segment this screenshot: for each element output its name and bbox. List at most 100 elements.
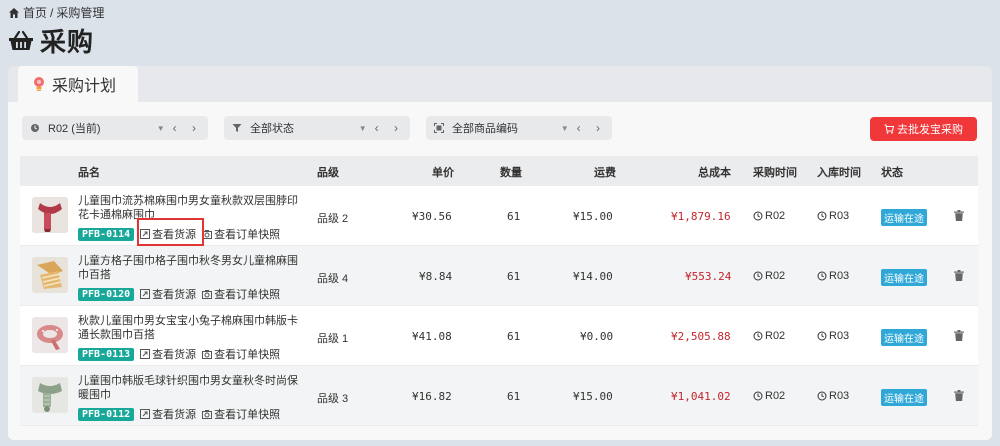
page-title: 采购 xyxy=(40,27,95,57)
trash-icon[interactable] xyxy=(954,390,964,401)
buy-time-cell: R02 xyxy=(753,390,785,402)
col-price: 单价 xyxy=(432,167,454,179)
product-image[interactable] xyxy=(32,317,68,353)
buy-time-value: R02 xyxy=(765,330,786,342)
product-image[interactable] xyxy=(32,197,68,233)
camera-icon xyxy=(202,290,213,299)
grade-cell: 品级 1 xyxy=(317,333,349,345)
col-qty: 数量 xyxy=(500,167,522,179)
freight-cell: ¥15.00 xyxy=(573,390,613,403)
table-row: 秋款儿童围巾男女宝宝小兔子棉麻围巾韩版卡通长款围巾百搭 PFB-0113 查看货… xyxy=(20,306,978,366)
external-link-icon xyxy=(140,289,151,299)
col-freight: 运费 xyxy=(594,167,616,179)
round-filter-value: R02 (当前) xyxy=(48,123,101,135)
external-link-icon xyxy=(140,409,151,419)
total-cell: ¥553.24 xyxy=(685,270,732,283)
home-icon[interactable] xyxy=(8,7,20,19)
view-source-link[interactable]: 查看货源 xyxy=(140,406,196,422)
clock-icon xyxy=(817,331,827,341)
col-buy-time: 采购时间 xyxy=(753,167,797,179)
stock-time-cell: R03 xyxy=(817,330,849,342)
freight-cell: ¥14.00 xyxy=(573,270,613,283)
product-name: 儿童方格子围巾格子围巾秋冬男女儿童棉麻围巾百搭 xyxy=(78,255,298,281)
round-filter[interactable]: R02 (当前) ▼ ‹ › xyxy=(22,116,208,140)
view-snapshot-label: 查看订单快照 xyxy=(214,289,281,301)
status-badge: 运输在途 xyxy=(881,329,927,346)
status-filter-nav[interactable]: ‹ › xyxy=(375,121,404,135)
clock-icon xyxy=(817,271,827,281)
basket-icon xyxy=(9,30,33,50)
qty-cell: 61 xyxy=(507,390,521,403)
view-snapshot-link[interactable]: 查看订单快照 xyxy=(202,406,280,422)
main-panel: 采购计划 R02 (当前) ▼ ‹ › 全部状态 ▼ ‹ › 全部商品编码 ▼ … xyxy=(8,66,992,440)
col-grade: 品级 xyxy=(317,167,339,179)
buy-time-value: R02 xyxy=(765,270,786,282)
round-filter-nav[interactable]: ‹ › xyxy=(173,121,202,135)
tab-content: R02 (当前) ▼ ‹ › 全部状态 ▼ ‹ › 全部商品编码 ▼ ‹ › 去… xyxy=(8,102,992,440)
stock-time-cell: R03 xyxy=(817,270,849,282)
trash-icon[interactable] xyxy=(954,210,964,221)
total-cell: ¥1,879.16 xyxy=(671,210,731,223)
trash-icon[interactable] xyxy=(954,330,964,341)
clock-icon xyxy=(817,391,827,401)
breadcrumb-current: 采购管理 xyxy=(56,6,105,20)
clock-icon xyxy=(753,391,763,401)
sku-filter-nav[interactable]: ‹ › xyxy=(577,121,606,135)
view-snapshot-link[interactable]: 查看订单快照 xyxy=(202,346,280,362)
chevron-down-icon: ▼ xyxy=(156,123,165,133)
camera-icon xyxy=(202,410,213,419)
chevron-down-icon: ▼ xyxy=(560,123,569,133)
product-meta: PFB-0113 查看货源 查看订单快照 xyxy=(78,346,280,362)
freight-cell: ¥15.00 xyxy=(573,210,613,223)
col-status: 状态 xyxy=(881,167,903,179)
status-filter[interactable]: 全部状态 ▼ ‹ › xyxy=(224,116,410,140)
sku-filter-value: 全部商品编码 xyxy=(452,123,518,135)
status-filter-value: 全部状态 xyxy=(250,123,294,135)
product-name: 儿童围巾韩版毛球针织围巾男女童秋冬时尚保暖围巾 xyxy=(78,375,298,401)
product-meta: PFB-0120 查看货源 查看订单快照 xyxy=(78,286,280,302)
product-image[interactable] xyxy=(32,377,68,413)
buy-time-cell: R02 xyxy=(753,210,785,222)
buy-time-cell: R02 xyxy=(753,270,785,282)
purchase-button[interactable]: 去批发宝采购 xyxy=(870,117,977,141)
breadcrumb-home[interactable]: 首页 xyxy=(23,4,47,21)
trash-icon[interactable] xyxy=(954,270,964,281)
clock-icon xyxy=(31,124,39,132)
stock-time-value: R03 xyxy=(829,330,850,342)
chevron-down-icon: ▼ xyxy=(358,123,367,133)
camera-icon xyxy=(202,350,213,359)
price-cell: ¥30.56 xyxy=(412,210,452,223)
view-snapshot-label: 查看订单快照 xyxy=(214,409,281,421)
stock-time-cell: R03 xyxy=(817,390,849,402)
table-header: 品名 品级 单价 数量 运费 总成本 采购时间 入库时间 状态 xyxy=(20,156,978,186)
total-cell: ¥2,505.88 xyxy=(671,330,731,343)
product-name: 秋款儿童围巾男女宝宝小兔子棉麻围巾韩版卡通长款围巾百搭 xyxy=(78,315,298,341)
stock-time-value: R03 xyxy=(829,270,850,282)
view-source-link[interactable]: 查看货源 xyxy=(140,346,196,362)
view-source-label: 查看货源 xyxy=(152,289,197,301)
freight-cell: ¥0.00 xyxy=(580,330,614,343)
stock-time-cell: R03 xyxy=(817,210,849,222)
sku-filter[interactable]: 全部商品编码 ▼ ‹ › xyxy=(426,116,612,140)
price-cell: ¥8.84 xyxy=(419,270,453,283)
view-snapshot-link[interactable]: 查看订单快照 xyxy=(202,226,280,242)
buy-time-cell: R02 xyxy=(753,330,785,342)
grade-cell: 品级 4 xyxy=(317,273,349,285)
table-row: 儿童方格子围巾格子围巾秋冬男女儿童棉麻围巾百搭 PFB-0120 查看货源 查看… xyxy=(20,246,978,306)
col-stock-time: 入库时间 xyxy=(817,167,861,179)
grade-cell: 品级 2 xyxy=(317,213,349,225)
view-snapshot-link[interactable]: 查看订单快照 xyxy=(202,286,280,302)
view-source-label: 查看货源 xyxy=(152,409,197,421)
product-image[interactable] xyxy=(32,257,68,293)
barcode-icon xyxy=(434,123,444,133)
sku-badge: PFB-0120 xyxy=(78,287,135,301)
view-snapshot-label: 查看订单快照 xyxy=(214,349,281,361)
grade-cell: 品级 3 xyxy=(317,393,349,405)
stock-time-value: R03 xyxy=(829,390,850,402)
tab-purchase-plan[interactable]: 采购计划 xyxy=(18,66,138,102)
clock-icon xyxy=(753,331,763,341)
clock-icon xyxy=(817,211,827,221)
status-badge: 运输在途 xyxy=(881,209,927,226)
view-source-link[interactable]: 查看货源 xyxy=(140,286,196,302)
col-name: 品名 xyxy=(78,167,100,179)
